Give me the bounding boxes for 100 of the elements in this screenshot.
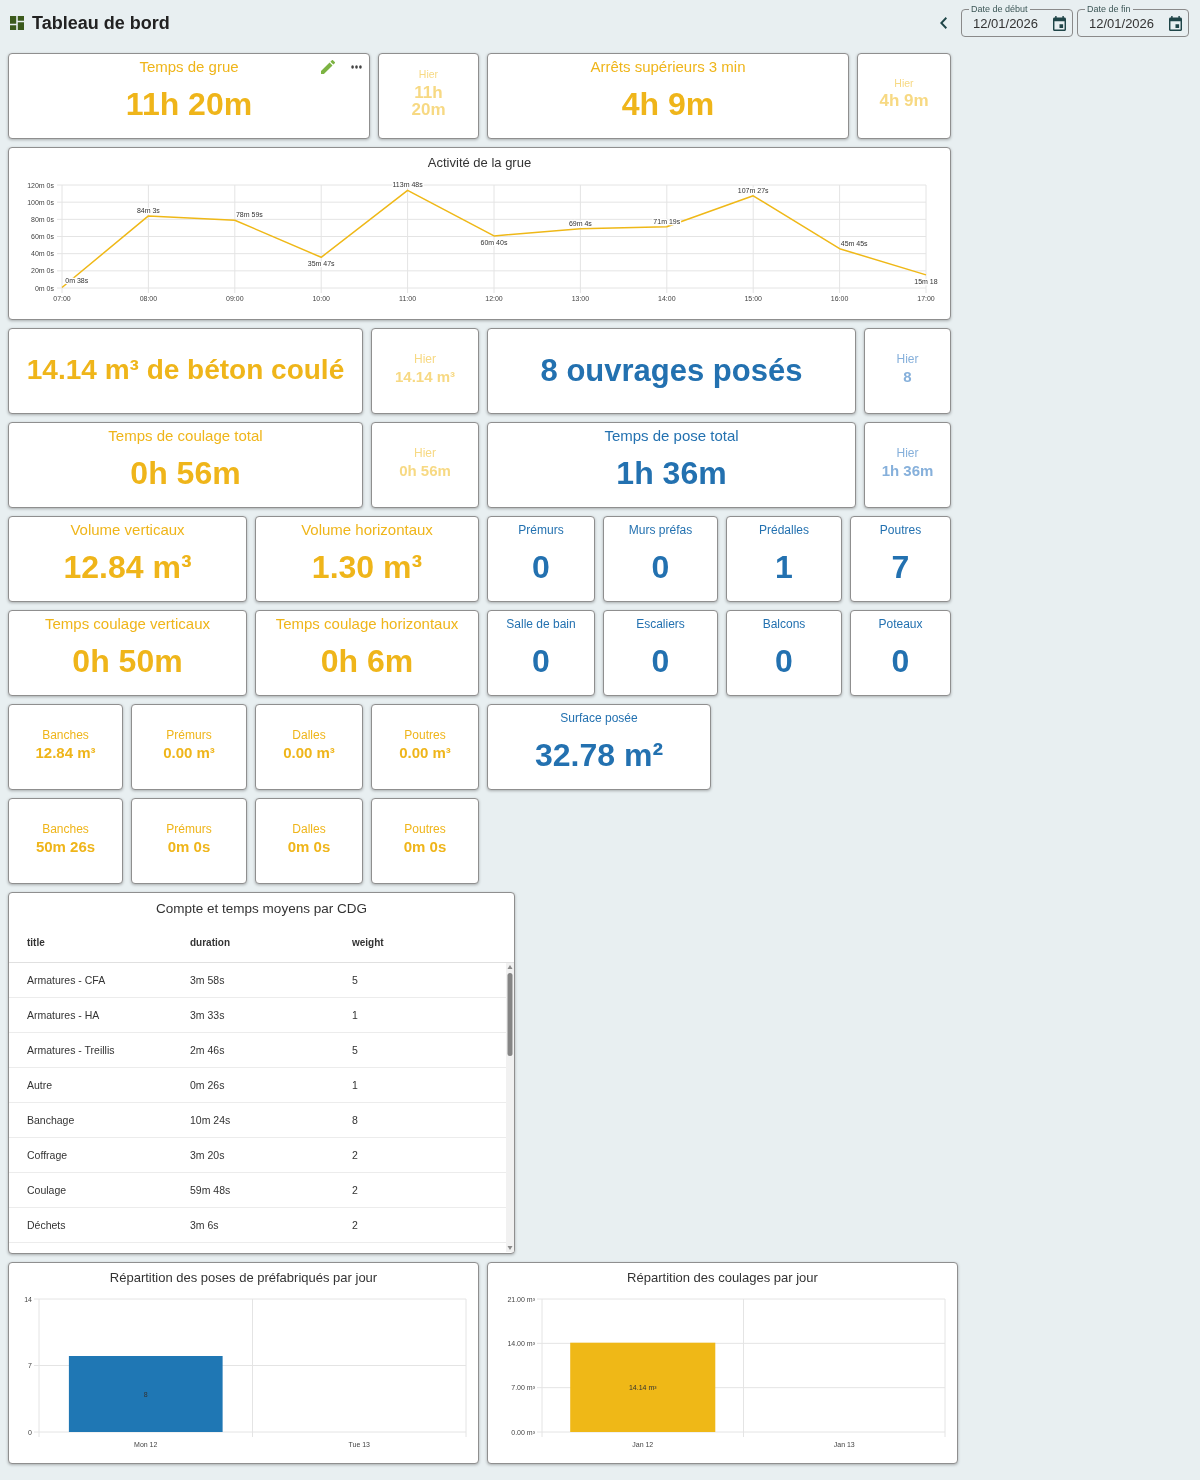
- card-value: 0: [651, 645, 670, 677]
- scrollbar[interactable]: [506, 963, 514, 1252]
- card-title: Banches: [42, 727, 89, 743]
- table-cell: Armatures - Treillis: [27, 1044, 115, 1056]
- card-value: 0h 50m: [72, 645, 183, 677]
- column-header: duration: [190, 937, 230, 948]
- card-value: 14.14 m³ de béton coulé: [26, 356, 345, 384]
- card-value: 1.30 m³: [311, 551, 423, 583]
- card-title: Surface posée: [560, 710, 638, 726]
- table-cell: Armatures - HA: [27, 1009, 100, 1021]
- card-value: 0h 56m: [130, 457, 241, 489]
- chart-title: Activité de la grue: [427, 154, 532, 170]
- card-title: Temps coulage verticaux: [44, 615, 211, 633]
- column-header: weight: [352, 937, 384, 948]
- card-value: 0h 56m: [399, 463, 451, 479]
- card-title: Poutres: [404, 727, 446, 743]
- card-title: Temps de grue: [139, 58, 239, 76]
- table-cell: Déchets: [27, 1219, 66, 1231]
- card-title: Balcons: [762, 616, 806, 632]
- card-title: Hier: [418, 68, 439, 81]
- card-title: Hier: [896, 445, 919, 461]
- card-title: Hier: [414, 445, 436, 461]
- card-value: 1h 36m: [616, 457, 727, 489]
- card-value: 11h 20m: [410, 83, 447, 118]
- card-title: Escaliers: [636, 616, 685, 632]
- card-title: Poutres: [879, 522, 922, 538]
- table-cell: 2: [352, 1184, 358, 1196]
- table-title: Compte et temps moyens par CDG: [156, 900, 367, 916]
- table-cell: 3m 6s: [190, 1219, 219, 1231]
- card-title: Salle de bain: [506, 616, 576, 632]
- table-cell: Banchage: [27, 1114, 75, 1126]
- card-title: Prémurs: [166, 821, 212, 837]
- card-value: 50m 26s: [35, 839, 96, 855]
- table-cell: 2: [352, 1149, 358, 1161]
- page-title: Tableau de bord: [32, 12, 170, 34]
- card-title: Poteaux: [878, 616, 923, 632]
- card-value: 0m 0s: [167, 839, 211, 855]
- card-value: 0h 6m: [320, 645, 414, 677]
- card-value: 11h 20m: [125, 88, 253, 120]
- card-title: Temps coulage horizontaux: [275, 615, 459, 633]
- card-value: 0.00 m³: [399, 745, 451, 761]
- table-cell: 1: [352, 1079, 358, 1091]
- table-cell: Autre: [27, 1079, 53, 1091]
- table-cell: 3m 20s: [190, 1149, 225, 1161]
- card-value: 0m 0s: [403, 839, 447, 855]
- card-value: 0: [532, 645, 550, 677]
- more-icon[interactable]: [351, 65, 362, 69]
- card-value: 1h 36m: [881, 463, 934, 479]
- card-title: Prémurs: [166, 727, 212, 743]
- card-value: 8: [903, 369, 912, 385]
- card-value: 4h 9m: [621, 88, 715, 120]
- table-cell: 8: [352, 1114, 358, 1126]
- card-title: Hier: [894, 76, 914, 90]
- card-value: 14.14 m³: [394, 369, 455, 385]
- table-cell: 3m 33s: [190, 1009, 225, 1021]
- card-title: Temps de pose total: [604, 427, 739, 445]
- card-title: Dalles: [292, 821, 326, 837]
- card-value: 12.84 m³: [63, 551, 192, 583]
- table-cell: 3m 58s: [190, 974, 225, 986]
- card-title: Murs préfas: [628, 522, 693, 538]
- card-title: Hier: [896, 351, 919, 367]
- card-title: Poutres: [404, 821, 446, 837]
- table-cell: Coffrage: [27, 1149, 68, 1161]
- table-cell: 2m 46s: [190, 1044, 225, 1056]
- table-cell: 5: [352, 1044, 358, 1056]
- card-value: 0: [775, 645, 793, 677]
- card-value: 32.78 m²: [534, 739, 664, 771]
- calendar-icon[interactable]: [1169, 15, 1182, 31]
- card-title: Arrêts supérieurs 3 min: [590, 58, 746, 76]
- card-title: Hier: [414, 351, 436, 367]
- chart-title: Répartition des poses de préfabriqués par jour: [109, 1269, 378, 1285]
- calendar-icon[interactable]: [1053, 15, 1066, 31]
- card-title: Prémurs: [518, 522, 564, 538]
- card-title: Banches: [42, 821, 89, 837]
- column-header: title: [27, 937, 45, 948]
- card-value: 1: [775, 551, 793, 583]
- chevron-left-icon[interactable]: [940, 17, 947, 29]
- card-title: Dalles: [292, 727, 326, 743]
- table-cell: 5: [352, 974, 358, 986]
- dashboard-icon: [10, 16, 24, 30]
- card-value: 0.00 m³: [163, 745, 215, 761]
- table-cell: 2: [352, 1219, 358, 1231]
- card-value: 12.84 m³: [35, 745, 96, 761]
- card-title: Volume horizontaux: [301, 521, 433, 539]
- table-cell: Coulage: [27, 1184, 67, 1196]
- card-value: 0: [891, 645, 910, 677]
- table-cell: 10m 24s: [190, 1114, 231, 1126]
- table-cell: 59m 48s: [190, 1184, 231, 1196]
- card-title: Temps de coulage total: [108, 427, 263, 445]
- table-cell: 1: [352, 1009, 358, 1021]
- chart-title: Répartition des coulages par jour: [627, 1269, 818, 1285]
- card-value: 8 ouvrages posés: [540, 354, 803, 386]
- card-value: 4h 9m: [879, 92, 929, 110]
- table-cell: Armatures - CFA: [27, 974, 106, 986]
- card-value: 0m 0s: [287, 839, 331, 855]
- card-value: 7: [891, 551, 910, 583]
- table-cell: 0m 26s: [190, 1079, 225, 1091]
- card-value: 0: [651, 551, 670, 583]
- card-title: Prédalles: [759, 522, 809, 538]
- card-title: Volume verticaux: [70, 521, 185, 539]
